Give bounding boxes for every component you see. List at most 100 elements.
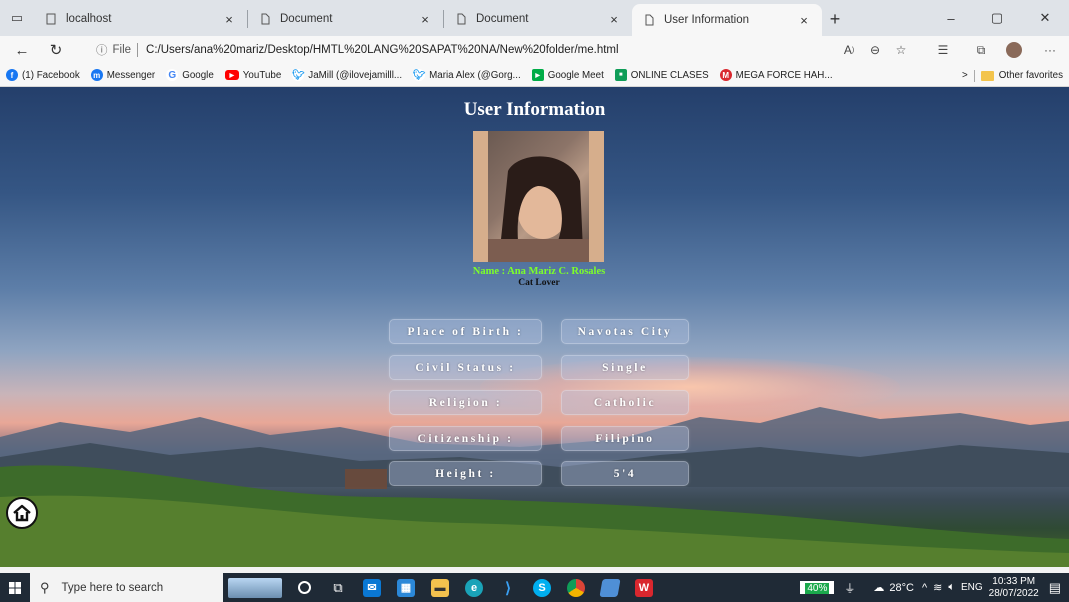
address-url[interactable]: C:/Users/ana%20mariz/Desktop/HMTL%20LANG… — [146, 44, 619, 56]
chevron-right-icon[interactable]: > — [962, 70, 968, 81]
add-favorite-icon[interactable]: ☆ — [890, 39, 912, 61]
windows-icon — [9, 581, 21, 594]
tab-close-icon[interactable]: × — [221, 12, 237, 27]
favorite-jamill[interactable]: 🐦︎ JaMill (@ilovejamilll... — [292, 69, 402, 81]
favorite-maria-alex[interactable]: 🐦︎ Maria Alex (@Gorg... — [413, 69, 521, 81]
profile-photo — [473, 131, 604, 262]
religion-label: Religion : — [389, 390, 542, 415]
tab-close-icon[interactable]: × — [417, 12, 433, 27]
tab-user-information[interactable]: User Information × — [632, 4, 822, 36]
read-aloud-icon[interactable]: A) — [838, 39, 860, 61]
other-favorites-label: Other favorites — [998, 70, 1063, 81]
other-favorites-folder[interactable]: Other favorites — [980, 70, 1063, 81]
address-bar[interactable]: ⓘ File C:/Users/ana%20mariz/Desktop/HMTL… — [96, 39, 882, 61]
tab-title: Document — [280, 13, 333, 25]
chrome-app-icon[interactable] — [559, 573, 593, 602]
page-content: User Information Name : Ana Mariz C. Ros… — [0, 87, 1069, 567]
folder-icon — [980, 70, 994, 81]
page-title: User Information — [463, 99, 606, 120]
more-options-icon[interactable]: ··· — [1039, 39, 1061, 61]
profile-avatar[interactable] — [1003, 39, 1025, 61]
favorite-google[interactable]: G Google — [166, 69, 214, 81]
close-window-button[interactable]: ✕ — [1022, 0, 1068, 36]
tab-strip: ▭ localhost × Document × Document × User… — [0, 0, 1069, 36]
profile-photo-image — [488, 131, 589, 262]
favorite-label: Maria Alex (@Gorg... — [429, 69, 521, 81]
weather-temp[interactable]: 28°C — [889, 582, 914, 594]
place-of-birth-label: Place of Birth : — [389, 319, 542, 344]
cortana-icon[interactable] — [287, 573, 321, 602]
browser-toolbar: ← ↻ ⓘ File C:/Users/ana%20mariz/Desktop/… — [0, 36, 1069, 64]
wifi-icon[interactable]: ≋ — [933, 581, 942, 594]
chevron-up-icon[interactable]: ^ — [922, 582, 927, 594]
page-icon — [642, 13, 656, 27]
language-indicator[interactable]: ENG — [961, 582, 983, 593]
start-button[interactable] — [0, 573, 30, 602]
page-icon — [44, 12, 58, 26]
new-tab-button[interactable]: + — [822, 4, 848, 34]
home-icon — [13, 504, 31, 522]
favorite-label: Google — [182, 69, 214, 81]
minimize-button[interactable]: – — [928, 0, 974, 36]
twitter-icon: 🐦︎ — [291, 69, 305, 81]
tab-document-1[interactable]: Document × — [248, 4, 443, 34]
religion-value: Catholic — [561, 390, 689, 415]
favorite-youtube[interactable]: ▶ YouTube — [224, 69, 282, 81]
favorite-label: (1) Facebook — [22, 69, 80, 81]
restore-button[interactable]: ▢ — [974, 0, 1020, 36]
tab-actions-icon[interactable]: ▭ — [0, 0, 34, 36]
notifications-icon[interactable]: ▤ — [1049, 580, 1061, 596]
favorite-google-meet[interactable]: ▶ Google Meet — [531, 69, 604, 81]
mail-app-icon[interactable]: ✉ — [355, 573, 389, 602]
page-icon — [454, 12, 468, 26]
search-highlight-image[interactable] — [223, 573, 287, 602]
taskbar-search[interactable]: ⚲ Type here to search — [30, 573, 223, 602]
home-button[interactable] — [6, 497, 38, 529]
favorite-label: ONLINE CLASES — [630, 69, 709, 81]
tab-close-icon[interactable]: × — [796, 13, 812, 28]
info-icon[interactable]: ⓘ — [96, 42, 108, 58]
favorites-divider — [973, 69, 975, 82]
civil-status-value: Single — [561, 355, 689, 380]
favorite-mega-force[interactable]: M MEGA FORCE HAH... — [719, 69, 833, 81]
favorite-messenger[interactable]: m Messenger — [90, 69, 156, 81]
search-placeholder: Type here to search — [61, 581, 164, 594]
refresh-icon[interactable]: ↻ — [43, 37, 69, 63]
skype-app-icon[interactable]: S — [525, 573, 559, 602]
height-value: 5'4 — [561, 461, 689, 486]
notes-app-icon[interactable] — [593, 573, 627, 602]
task-view-icon[interactable]: ⧉ — [321, 573, 355, 602]
favorite-label: Messenger — [106, 69, 156, 81]
favorite-online-clases[interactable]: ■ ONLINE CLASES — [614, 69, 709, 81]
volume-icon[interactable]: 🔈︎ — [948, 581, 955, 594]
favorites-icon[interactable]: ☰ — [932, 39, 954, 61]
tab-localhost[interactable]: localhost × — [34, 4, 247, 34]
battery-indicator[interactable]: 40% — [800, 581, 835, 594]
user-tagline: Cat Lover — [518, 278, 560, 288]
address-divider — [137, 43, 139, 57]
vscode-app-icon[interactable]: ⟩ — [491, 573, 525, 602]
weather-icon: ☁ — [873, 582, 885, 594]
edge-app-icon[interactable]: e — [457, 573, 491, 602]
favorite-facebook[interactable]: f (1) Facebook — [6, 69, 80, 81]
tab-close-icon[interactable]: × — [606, 12, 622, 27]
zoom-icon[interactable]: ⊖ — [864, 39, 886, 61]
place-of-birth-value: Navotas City — [561, 319, 689, 344]
citizenship-value: Filipino — [561, 426, 689, 451]
store-app-icon[interactable]: ▦ — [389, 573, 423, 602]
page-icon — [258, 12, 272, 26]
clock-time: 10:33 PM — [992, 575, 1036, 587]
clock[interactable]: 10:33 PM 28/07/2022 — [989, 576, 1039, 600]
file-explorer-icon[interactable]: ▬ — [423, 573, 457, 602]
favorite-label: Google Meet — [547, 69, 604, 81]
favorite-label: JaMill (@ilovejamilll... — [308, 69, 403, 81]
mega-icon: M — [719, 69, 732, 81]
height-label: Height : — [389, 461, 542, 486]
wps-app-icon[interactable]: W — [627, 573, 661, 602]
tab-title: Document — [476, 13, 529, 25]
user-name: Name : Ana Mariz C. Rosales — [472, 266, 606, 277]
favorite-label: YouTube — [242, 69, 282, 81]
collections-icon[interactable]: ⧉ — [970, 39, 992, 61]
tab-document-2[interactable]: Document × — [444, 4, 632, 34]
back-arrow-icon[interactable]: ← — [9, 37, 35, 63]
